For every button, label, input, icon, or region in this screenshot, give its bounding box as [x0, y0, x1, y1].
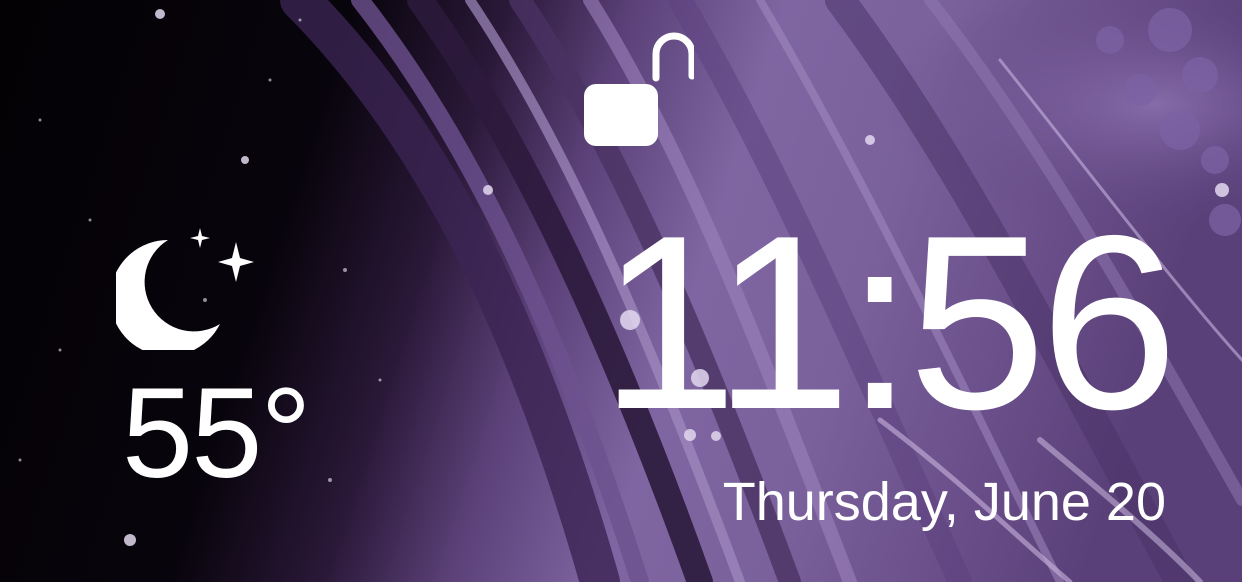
temperature-label: 55°	[122, 362, 312, 505]
lock-screen: 55° 11:56 Thursday, June 20	[0, 0, 1242, 582]
unlocked-padlock-icon	[584, 32, 694, 146]
moon-and-stars-icon	[116, 228, 254, 350]
clock-date: Thursday, June 20	[722, 472, 1166, 532]
clock-time: 11:56	[599, 183, 1178, 461]
